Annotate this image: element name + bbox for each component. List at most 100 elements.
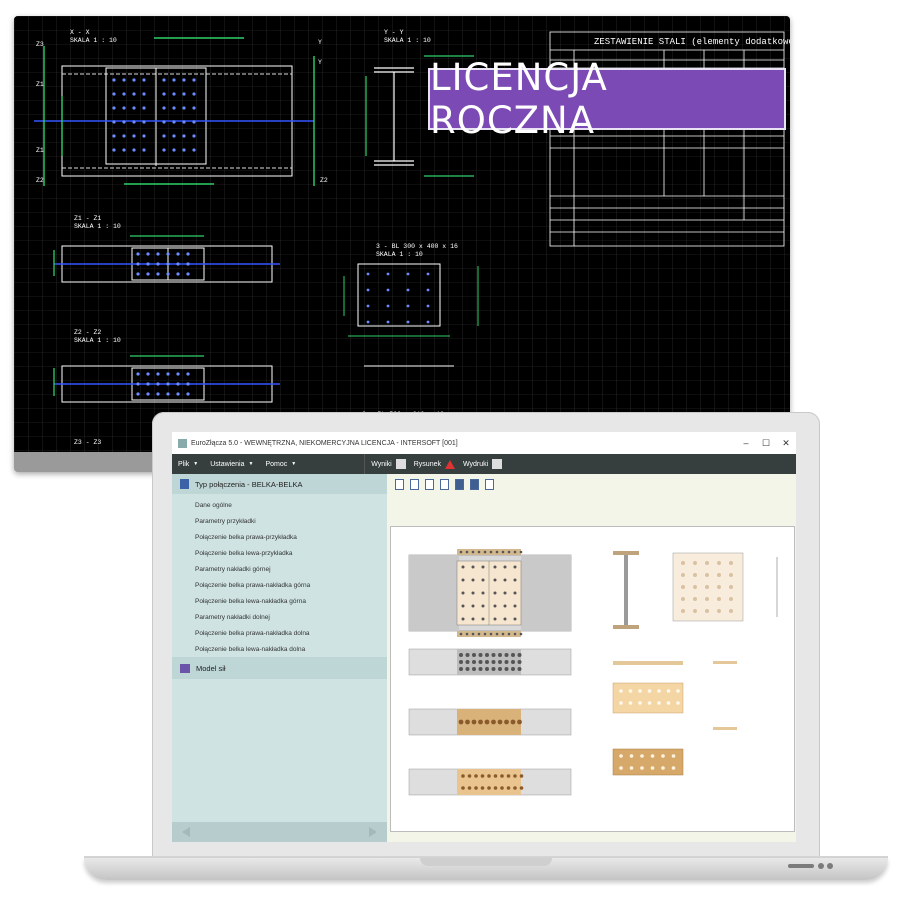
bolt-mark: [465, 660, 470, 664]
bolt-mark: [146, 262, 150, 266]
page-icon[interactable]: [425, 478, 434, 490]
cad-section-label: X - X: [70, 29, 90, 36]
bolt-mark: [192, 92, 196, 96]
dxf-icon[interactable]: [485, 478, 494, 490]
bolt-mark: [136, 392, 140, 396]
sidebar-item[interactable]: Połączenie belka prawa-nakładka dolna: [172, 626, 387, 642]
arrow-left-icon[interactable]: [182, 827, 190, 837]
bolt-mark: [166, 262, 170, 266]
drawing-canvas[interactable]: [390, 526, 795, 832]
bolt-mark: [491, 719, 496, 725]
bolt-mark: [478, 660, 483, 664]
bolt-mark: [182, 120, 186, 124]
hole-mark: [629, 766, 634, 770]
bolt-mark: [519, 632, 523, 636]
close-button[interactable]: ✕: [776, 438, 796, 449]
hole-mark: [676, 701, 680, 705]
menu-pomoc[interactable]: Pomoc ▼: [265, 461, 302, 468]
bolt-mark: [186, 392, 190, 396]
bolt-mark: [406, 272, 410, 276]
print-icon[interactable]: [455, 478, 464, 490]
bolt-mark: [503, 591, 507, 595]
bolt-mark: [493, 591, 497, 595]
bolt-mark: [481, 604, 485, 608]
cad-axis-mark: Z3: [36, 41, 44, 48]
bolt-mark: [162, 92, 166, 96]
bolt-mark: [182, 148, 186, 152]
sidebar-item[interactable]: Parametry nakładki górnej: [172, 562, 387, 578]
menu-plik[interactable]: Plik ▼: [178, 461, 204, 468]
arrow-right-icon[interactable]: [369, 827, 377, 837]
bolt-mark: [186, 372, 190, 376]
maximize-button[interactable]: ☐: [756, 438, 776, 449]
bolt-mark: [519, 786, 524, 790]
sidebar-item[interactable]: Parametry nakładki dolnej: [172, 610, 387, 626]
cad-axis-mark: Y: [318, 59, 322, 66]
bolt-mark: [182, 106, 186, 110]
bolt-mark: [474, 774, 478, 778]
menu-ustawienia[interactable]: Ustawienia ▼: [210, 461, 259, 468]
bolt-mark: [142, 134, 146, 138]
sidebar-item[interactable]: Dane ogólne: [172, 498, 387, 514]
bolt-mark: [513, 578, 517, 582]
bolt-mark: [513, 774, 517, 778]
hole-mark: [676, 689, 680, 693]
bolt-mark: [472, 667, 476, 671]
hole-mark: [666, 701, 671, 705]
cad-axis-mark: Z1: [36, 147, 44, 154]
bolt-mark: [192, 148, 196, 152]
bolt-mark: [172, 106, 176, 110]
bolt-mark: [366, 304, 370, 308]
bolt-mark: [459, 653, 463, 657]
sidebar-header-connection[interactable]: Typ połączenia - BELKA-BELKA: [172, 474, 387, 494]
license-badge: LICENCJA ROCZNA: [428, 56, 786, 142]
sidebar-item[interactable]: Połączenie belka lewa-przykładka: [172, 546, 387, 562]
menu-wyniki[interactable]: Wyniki: [371, 459, 406, 469]
bolt-mark: [156, 252, 160, 256]
sidebar-item[interactable]: Parametry przykładki: [172, 514, 387, 530]
hole-mark: [693, 585, 697, 589]
hole-mark: [619, 689, 623, 693]
hole-mark: [729, 609, 733, 613]
sidebar-item[interactable]: Połączenie belka lewa-nakładka górna: [172, 594, 387, 610]
sidebar-item[interactable]: Połączenie belka lewa-nakładka dolna: [172, 642, 387, 658]
hole-mark: [717, 573, 721, 577]
hole-mark: [671, 754, 676, 758]
bolt-mark: [192, 120, 196, 124]
bolt-mark: [426, 304, 430, 308]
cad-section-label: SKALA 1 : 10: [376, 251, 423, 258]
bolt-mark: [489, 550, 493, 554]
bolt-mark: [122, 106, 126, 110]
bolt-mark: [459, 660, 463, 664]
sidebar-item[interactable]: Połączenie belka prawa-przykładka: [172, 530, 387, 546]
bolt-mark: [182, 134, 186, 138]
bolt-mark: [166, 272, 170, 276]
bolt-mark: [172, 120, 176, 124]
save-icon[interactable]: [470, 478, 479, 490]
bolt-mark: [176, 392, 180, 396]
hole-mark: [661, 766, 665, 770]
sidebar-item[interactable]: Połączenie belka prawa-nakładka górna: [172, 578, 387, 594]
menu-label: Wyniki: [371, 460, 392, 468]
bolt-mark: [477, 632, 481, 636]
menu-rysunek[interactable]: Rysunek: [414, 459, 455, 469]
open-icon[interactable]: [410, 478, 419, 490]
new-icon[interactable]: [395, 478, 404, 490]
menu-wydruki[interactable]: Wydruki: [463, 459, 503, 469]
hole-mark: [619, 754, 623, 758]
bolt-mark: [459, 667, 463, 671]
bolt-mark: [112, 106, 116, 110]
bolt-mark: [192, 78, 196, 82]
export-icon[interactable]: [440, 478, 449, 490]
bolt-mark: [506, 786, 511, 790]
minimize-button[interactable]: –: [736, 438, 756, 448]
bolt-mark: [461, 591, 465, 595]
sidebar-header-forces[interactable]: Model sił: [172, 657, 387, 679]
laptop-led: [827, 863, 833, 869]
hole-mark: [661, 754, 665, 758]
sidebar: Typ połączenia - BELKA-BELKA Dane ogólne…: [172, 474, 387, 842]
bolt-mark: [504, 667, 509, 671]
cad-section-label: SKALA 1 : 10: [384, 37, 431, 44]
hole-mark: [638, 689, 642, 693]
hole-mark: [705, 585, 709, 589]
